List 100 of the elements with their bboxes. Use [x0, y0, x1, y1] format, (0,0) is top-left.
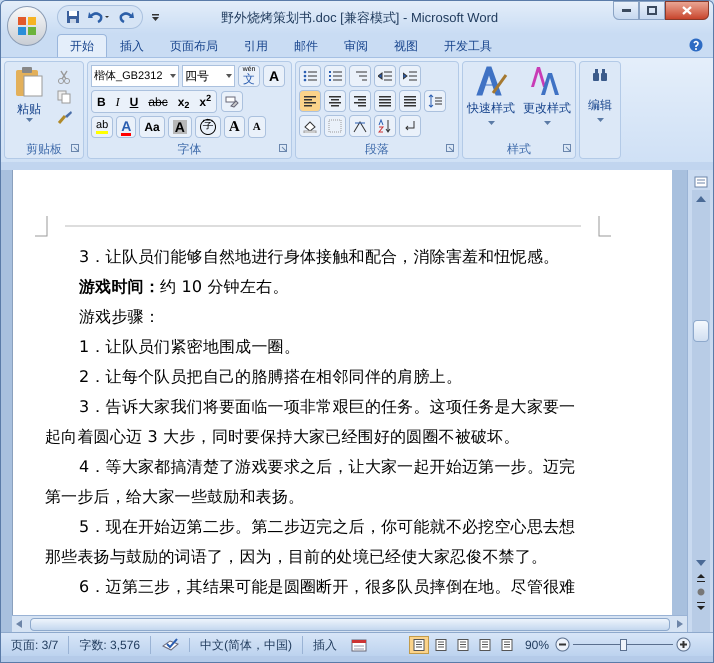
scrollbar-thumb[interactable]: [692, 320, 708, 342]
dialog-launcher-icon[interactable]: [279, 144, 287, 152]
shading-button[interactable]: [299, 115, 321, 137]
office-button[interactable]: [7, 6, 47, 46]
save-icon[interactable]: [66, 10, 80, 24]
next-page-icon[interactable]: [696, 602, 704, 610]
change-styles-button[interactable]: 更改样式: [523, 65, 571, 140]
scroll-right-icon[interactable]: [677, 620, 683, 628]
copy-icon[interactable]: [57, 90, 71, 104]
paste-button[interactable]: 粘贴: [9, 66, 49, 140]
strikethrough-button[interactable]: abc: [143, 91, 173, 112]
multilevel-list-button[interactable]: [349, 65, 371, 87]
line-spacing-button[interactable]: [424, 90, 446, 112]
slider-thumb[interactable]: [620, 638, 626, 650]
ribbon-tab[interactable]: 引用: [231, 34, 281, 57]
help-icon[interactable]: [689, 38, 703, 52]
character-border-button[interactable]: A: [263, 65, 285, 87]
binoculars-icon: [592, 68, 608, 82]
view-button[interactable]: [408, 636, 429, 654]
window-title: 野外烧烤策划书.doc [兼容模式] - Microsoft Word: [221, 9, 498, 27]
paragraph: 3．让队员们能够自然地进行身体接触和配合，消除害羞和忸怩感。: [78, 246, 560, 268]
scroll-left-icon[interactable]: [16, 620, 22, 628]
underline-button[interactable]: U: [124, 91, 144, 112]
grow-font-button[interactable]: A: [224, 116, 245, 138]
clear-formatting-button[interactable]: [221, 91, 244, 112]
justify-button[interactable]: [374, 90, 396, 112]
brush-icon[interactable]: [57, 110, 73, 124]
ribbon-tab[interactable]: 审阅: [331, 34, 381, 57]
horizontal-scrollbar[interactable]: [12, 615, 687, 632]
dialog-launcher-icon[interactable]: [446, 144, 454, 152]
distributed-button[interactable]: [399, 90, 421, 112]
dialog-launcher-icon[interactable]: [71, 144, 79, 152]
align-right-button[interactable]: [349, 90, 371, 112]
bullets-icon: [303, 69, 317, 83]
ribbon-tab[interactable]: 视图: [381, 34, 431, 57]
eraser-icon: [225, 96, 240, 108]
ribbon-tab[interactable]: 插入: [107, 34, 157, 57]
editing-button[interactable]: 编辑: [579, 61, 621, 159]
undo-icon[interactable]: [88, 10, 110, 24]
font-size-field[interactable]: 四号: [182, 65, 235, 87]
minimize-button[interactable]: [613, 1, 639, 20]
dropdown-arrow-icon: [544, 121, 550, 125]
clipboard-icon: [14, 66, 44, 98]
dropdown-arrow-icon: [226, 74, 232, 78]
page-count[interactable]: 页面: 3/7: [1, 636, 70, 654]
shrink-font-button[interactable]: A: [248, 116, 266, 138]
close-button[interactable]: [665, 1, 709, 20]
align-right-icon: [353, 94, 367, 108]
ribbon-tab[interactable]: 开发工具: [431, 34, 505, 57]
ribbon-tab[interactable]: 开始: [57, 34, 107, 57]
distributed-icon: [403, 94, 417, 108]
align-left-button[interactable]: [299, 90, 321, 112]
zoom-in-icon[interactable]: [676, 637, 691, 652]
paragraph: 5．现在开始迈第二步。第二步迈完之后，你可能就不必挖空心思去想那些表扬与鼓励的词语了，因为，目前的处境已经使大家忍俊不禁了。: [45, 516, 576, 568]
change-case-button[interactable]: Aa: [139, 116, 165, 138]
font-name-field[interactable]: 楷体_GB2312: [91, 65, 179, 87]
maximize-button[interactable]: [639, 1, 665, 20]
asian-layout-button[interactable]: [349, 115, 371, 137]
scrollbar-thumb[interactable]: [30, 618, 670, 630]
align-center-button[interactable]: [324, 90, 346, 112]
minimize-icon: [622, 9, 630, 12]
multilevel-list-icon: [353, 69, 367, 83]
superscript-button[interactable]: x$^{2}$: [194, 91, 216, 112]
browse-object-icon[interactable]: [696, 588, 704, 596]
bold-button[interactable]: B: [92, 91, 111, 112]
paragraph: 2．让每个队员把自己的胳膊搭在相邻同伴的肩膀上。: [78, 366, 463, 388]
zoom-out-icon[interactable]: [555, 637, 570, 652]
language-indicator[interactable]: 中文(简体，中国): [190, 636, 304, 654]
show-marks-button[interactable]: [399, 115, 421, 137]
subscript-button[interactable]: x$_{2}$: [172, 91, 194, 112]
decrease-indent-button[interactable]: [374, 65, 396, 87]
quick-styles-button[interactable]: 快速样式: [467, 65, 515, 140]
character-shading-button[interactable]: A: [168, 116, 192, 138]
italic-button[interactable]: I: [110, 91, 125, 112]
dialog-launcher-icon[interactable]: [563, 144, 571, 152]
customize-dropdown-icon[interactable]: [151, 12, 160, 22]
zoom-level[interactable]: 90%: [524, 636, 549, 654]
bullets-button[interactable]: [299, 65, 321, 87]
font-color-button[interactable]: A: [116, 116, 136, 138]
scroll-down-icon[interactable]: [696, 560, 706, 566]
scroll-up-icon[interactable]: [696, 196, 706, 202]
paragraph: 1．让队员们紧密地围成一圈。: [78, 336, 301, 358]
macro-record-icon[interactable]: [351, 638, 368, 652]
insert-mode[interactable]: 插入: [303, 636, 348, 654]
vertical-scrollbar[interactable]: [692, 190, 710, 632]
paragraph: 游戏时间：约 10 分钟左右。: [78, 276, 290, 298]
sort-button[interactable]: [374, 115, 396, 137]
ribbon-tab[interactable]: 邮件: [281, 34, 331, 57]
highlight-button[interactable]: ab: [91, 116, 114, 138]
word-count[interactable]: 字数: 3,576: [69, 636, 152, 654]
increase-indent-button[interactable]: [399, 65, 421, 87]
ribbon-tab[interactable]: 页面布局: [157, 34, 231, 57]
proofing-icon[interactable]: [161, 638, 180, 652]
ruler-toggle-icon[interactable]: [694, 174, 708, 188]
previous-page-icon[interactable]: [696, 574, 704, 582]
numbering-button[interactable]: [324, 65, 346, 87]
redo-icon[interactable]: [118, 10, 134, 24]
restore-icon: [647, 6, 657, 15]
group-label: 段落: [365, 141, 389, 158]
zoom-slider[interactable]: [573, 638, 673, 652]
